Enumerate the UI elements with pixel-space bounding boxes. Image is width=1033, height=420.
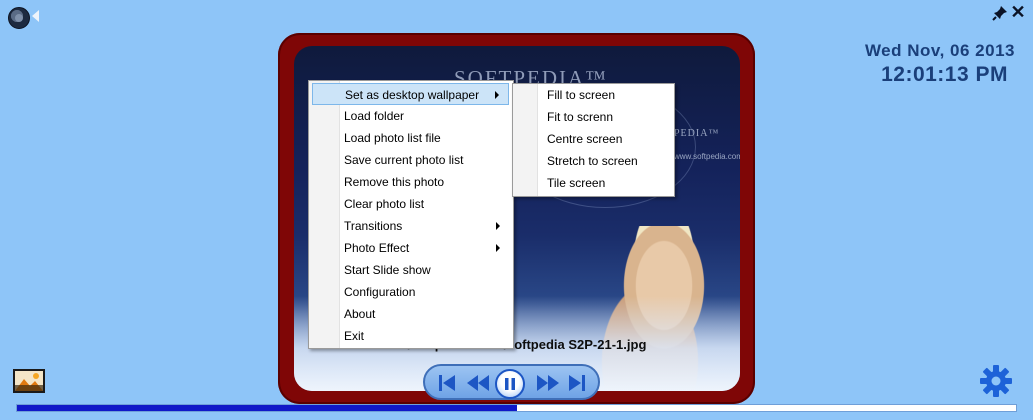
menu-item-transitions[interactable]: Transitions	[312, 215, 509, 237]
submenu-item-centre[interactable]: Centre screen	[516, 128, 670, 150]
menu-item-load-photo-list[interactable]: Load photo list file	[312, 127, 509, 149]
submenu-item-label: Fill to screen	[547, 88, 616, 102]
progress-fill	[17, 405, 517, 411]
menu-item-label: Set as desktop wallpaper	[345, 88, 480, 102]
menu-item-save-photo-list[interactable]: Save current photo list	[312, 149, 509, 171]
menu-item-clear-list[interactable]: Clear photo list	[312, 193, 509, 215]
playback-controls	[423, 364, 600, 400]
pin-icon[interactable]	[992, 5, 1008, 21]
menu-item-remove-photo[interactable]: Remove this photo	[312, 171, 509, 193]
chevron-left-icon[interactable]	[32, 10, 39, 22]
submenu-item-stretch[interactable]: Stretch to screen	[516, 150, 670, 172]
playback-progress-bar[interactable]	[16, 404, 1017, 412]
speaker-icon[interactable]	[8, 7, 30, 29]
pause-icon[interactable]	[495, 369, 525, 399]
menu-item-exit[interactable]: Exit	[312, 325, 509, 347]
wallpaper-submenu: Fill to screen Fit to screnn Centre scre…	[512, 83, 675, 197]
menu-item-label: Save current photo list	[344, 153, 464, 167]
menu-item-label: Transitions	[344, 219, 403, 233]
submenu-item-label: Tile screen	[547, 176, 606, 190]
menu-item-label: Exit	[344, 329, 365, 343]
fast-forward-icon[interactable]	[536, 373, 560, 393]
submenu-item-label: Stretch to screen	[547, 154, 638, 168]
submenu-item-tile[interactable]: Tile screen	[516, 172, 670, 194]
skip-last-icon[interactable]	[568, 373, 586, 393]
skip-first-icon[interactable]	[438, 373, 456, 393]
menu-item-load-folder[interactable]: Load folder	[312, 105, 509, 127]
photo-watermark-small: PEDIA™	[674, 128, 720, 139]
menu-item-start-slideshow[interactable]: Start Slide show	[312, 259, 509, 281]
menu-item-label: Load folder	[344, 109, 405, 123]
menu-item-set-wallpaper[interactable]: Set as desktop wallpaper	[312, 83, 509, 105]
menu-item-label: Configuration	[344, 285, 416, 299]
submenu-arrow-icon	[495, 91, 499, 99]
menu-item-configuration[interactable]: Configuration	[312, 281, 509, 303]
menu-item-label: Clear photo list	[344, 197, 425, 211]
submenu-arrow-icon	[496, 222, 500, 230]
close-icon[interactable]: ✕	[1010, 3, 1026, 21]
menu-item-photo-effect[interactable]: Photo Effect	[312, 237, 509, 259]
clock-date: Wed Nov, 06 2013	[864, 41, 1015, 60]
menu-item-label: Remove this photo	[344, 175, 445, 189]
submenu-item-fill[interactable]: Fill to screen	[516, 84, 670, 106]
menu-item-label: Load photo list file	[344, 131, 441, 145]
submenu-item-label: Centre screen	[547, 132, 623, 146]
gear-icon[interactable]	[979, 364, 1013, 398]
menu-item-label: Photo Effect	[344, 241, 410, 255]
clock-time: 12:01:13 PM	[881, 63, 1008, 86]
menu-item-about[interactable]: About	[312, 303, 509, 325]
photo-icon[interactable]	[12, 368, 46, 394]
rewind-icon[interactable]	[466, 373, 490, 393]
submenu-item-label: Fit to screnn	[547, 110, 614, 124]
context-menu: Set as desktop wallpaper Load folder Loa…	[308, 80, 514, 349]
menu-item-label: Start Slide show	[344, 263, 431, 277]
menu-item-label: About	[344, 307, 376, 321]
submenu-item-fit[interactable]: Fit to screnn	[516, 106, 670, 128]
photo-watermark-url: www.softpedia.com	[674, 152, 740, 161]
submenu-arrow-icon	[496, 244, 500, 252]
